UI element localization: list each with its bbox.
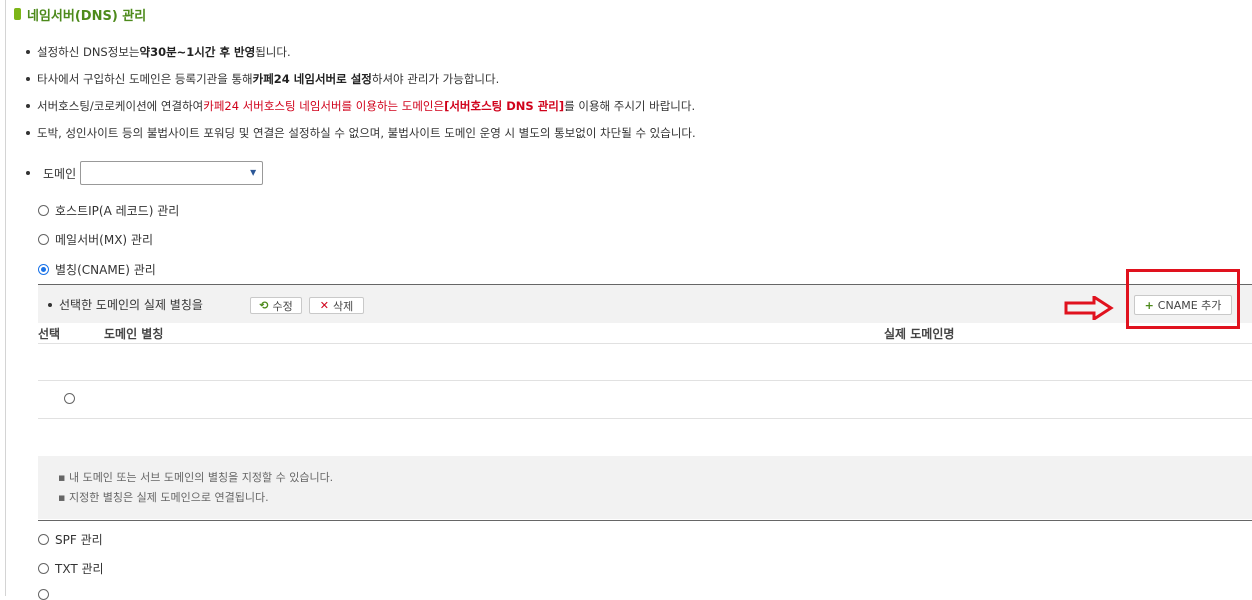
delete-button-label: 삭제: [332, 299, 354, 313]
title-marker-icon: [14, 8, 21, 20]
notice-text: 카페24 서버호스팅 네임서버를 이용하는 도메인은: [203, 98, 445, 113]
help-item: ▪ 내 도메인 또는 서브 도메인의 별칭을 지정할 수 있습니다.: [58, 471, 334, 484]
delete-button[interactable]: ✕ 삭제: [309, 297, 364, 314]
radio-label: SPF 관리: [55, 533, 103, 547]
col-real-domain: 실제 도메인명: [884, 327, 955, 341]
radio-mx-record[interactable]: 메일서버(MX) 관리: [38, 231, 153, 248]
domain-select[interactable]: ▾: [80, 161, 264, 185]
x-icon: ✕: [319, 299, 329, 312]
col-alias: 도메인 별칭: [104, 327, 164, 341]
radio-button-selected[interactable]: [38, 264, 49, 275]
radio-button[interactable]: [38, 589, 49, 600]
help-box: ▪ 내 도메인 또는 서브 도메인의 별칭을 지정할 수 있습니다. ▪ 지정한…: [38, 456, 1252, 519]
radio-a-record[interactable]: 호스트IP(A 레코드) 관리: [38, 202, 179, 219]
left-border: [5, 0, 6, 596]
notice-list: 설정하신 DNS정보는 약30분~1시간 후 반영 됩니다. 타사에서 구입하신 도…: [26, 38, 696, 146]
refresh-icon: ⟲: [259, 299, 269, 312]
notice-item: 타사에서 구입하신 도메인은 등록기관을 통해 카페24 네임서버로 설정 하셔야…: [26, 65, 696, 92]
radio-button[interactable]: [38, 205, 49, 216]
radio-partial[interactable]: [38, 589, 49, 600]
notice-text: 하셔야 관리가 가능합니다.: [371, 71, 500, 86]
bullet: [26, 171, 30, 175]
domain-select-row: 도메인 ▾: [26, 160, 264, 186]
help-text: 지정한 별칭은 실제 도메인으로 연결됩니다.: [68, 491, 269, 504]
notice-text: 약30분~1시간 후 반영: [139, 44, 256, 59]
chevron-down-icon: ▾: [250, 165, 257, 179]
radio-button[interactable]: [38, 563, 49, 574]
row-select-radio[interactable]: [64, 393, 75, 404]
bullet: [26, 130, 30, 135]
radio-label: 별칭(CNAME) 관리: [55, 263, 156, 277]
notice-text: 카페24 네임서버로 설정: [252, 71, 372, 86]
notice-text: 타사에서 구입하신 도메인은 등록기관을 통해: [37, 71, 253, 86]
panel-head-label: 선택한 도메인의 실제 별칭을: [48, 296, 203, 313]
page-title: 네임서버(DNS) 관리: [14, 5, 147, 24]
radio-spf-record[interactable]: SPF 관리: [38, 531, 103, 548]
help-text: 내 도메인 또는 서브 도메인의 별칭을 지정할 수 있습니다.: [68, 471, 334, 484]
notice-item: 서버호스팅/코로케이션에 연결하여 카페24 서버호스팅 네임서버를 이용하는 …: [26, 92, 696, 119]
annotation-arrow-icon: [1064, 296, 1114, 320]
help-item: ▪ 지정한 별칭은 실제 도메인으로 연결됩니다.: [58, 491, 269, 504]
panel-head-text: 선택한 도메인의 실제 별칭을: [59, 298, 203, 312]
table-divider: [38, 418, 1252, 419]
radio-button[interactable]: [38, 234, 49, 245]
highlight-box: [1126, 269, 1240, 329]
radio-txt-record[interactable]: TXT 관리: [38, 560, 104, 577]
radio-label: TXT 관리: [55, 562, 104, 576]
table-divider: [38, 380, 1252, 381]
col-select: 선택: [38, 327, 61, 341]
radio-label: 호스트IP(A 레코드) 관리: [55, 204, 180, 218]
notice-text: 도박, 성인사이트 등의 불법사이트 포워딩 및 연결은 설정하실 수 없으며,…: [37, 125, 696, 140]
bullet: [26, 103, 30, 108]
radio-button[interactable]: [38, 534, 49, 545]
table-divider: [38, 343, 1252, 344]
notice-item: 설정하신 DNS정보는 약30분~1시간 후 반영 됩니다.: [26, 38, 696, 65]
notice-text: 됩니다.: [255, 44, 291, 59]
notice-text: [서버호스팅 DNS 관리]: [444, 98, 565, 113]
radio-cname-record[interactable]: 별칭(CNAME) 관리: [38, 261, 156, 278]
bullet: [26, 49, 30, 54]
edit-button[interactable]: ⟲ 수정: [250, 297, 302, 314]
bullet: [26, 76, 30, 81]
radio-label: 메일서버(MX) 관리: [55, 233, 153, 247]
domain-label: 도메인: [43, 166, 77, 181]
edit-button-label: 수정: [272, 299, 293, 313]
bullet: [48, 302, 52, 307]
notice-text: 를 이용해 주시기 바랍니다.: [564, 98, 696, 113]
notice-item: 도박, 성인사이트 등의 불법사이트 포워딩 및 연결은 설정하실 수 없으며,…: [26, 119, 696, 146]
notice-text: 설정하신 DNS정보는: [37, 44, 140, 59]
page-title-text: 네임서버(DNS) 관리: [27, 8, 147, 24]
notice-text: 서버호스팅/코로케이션에 연결하여: [37, 98, 204, 113]
